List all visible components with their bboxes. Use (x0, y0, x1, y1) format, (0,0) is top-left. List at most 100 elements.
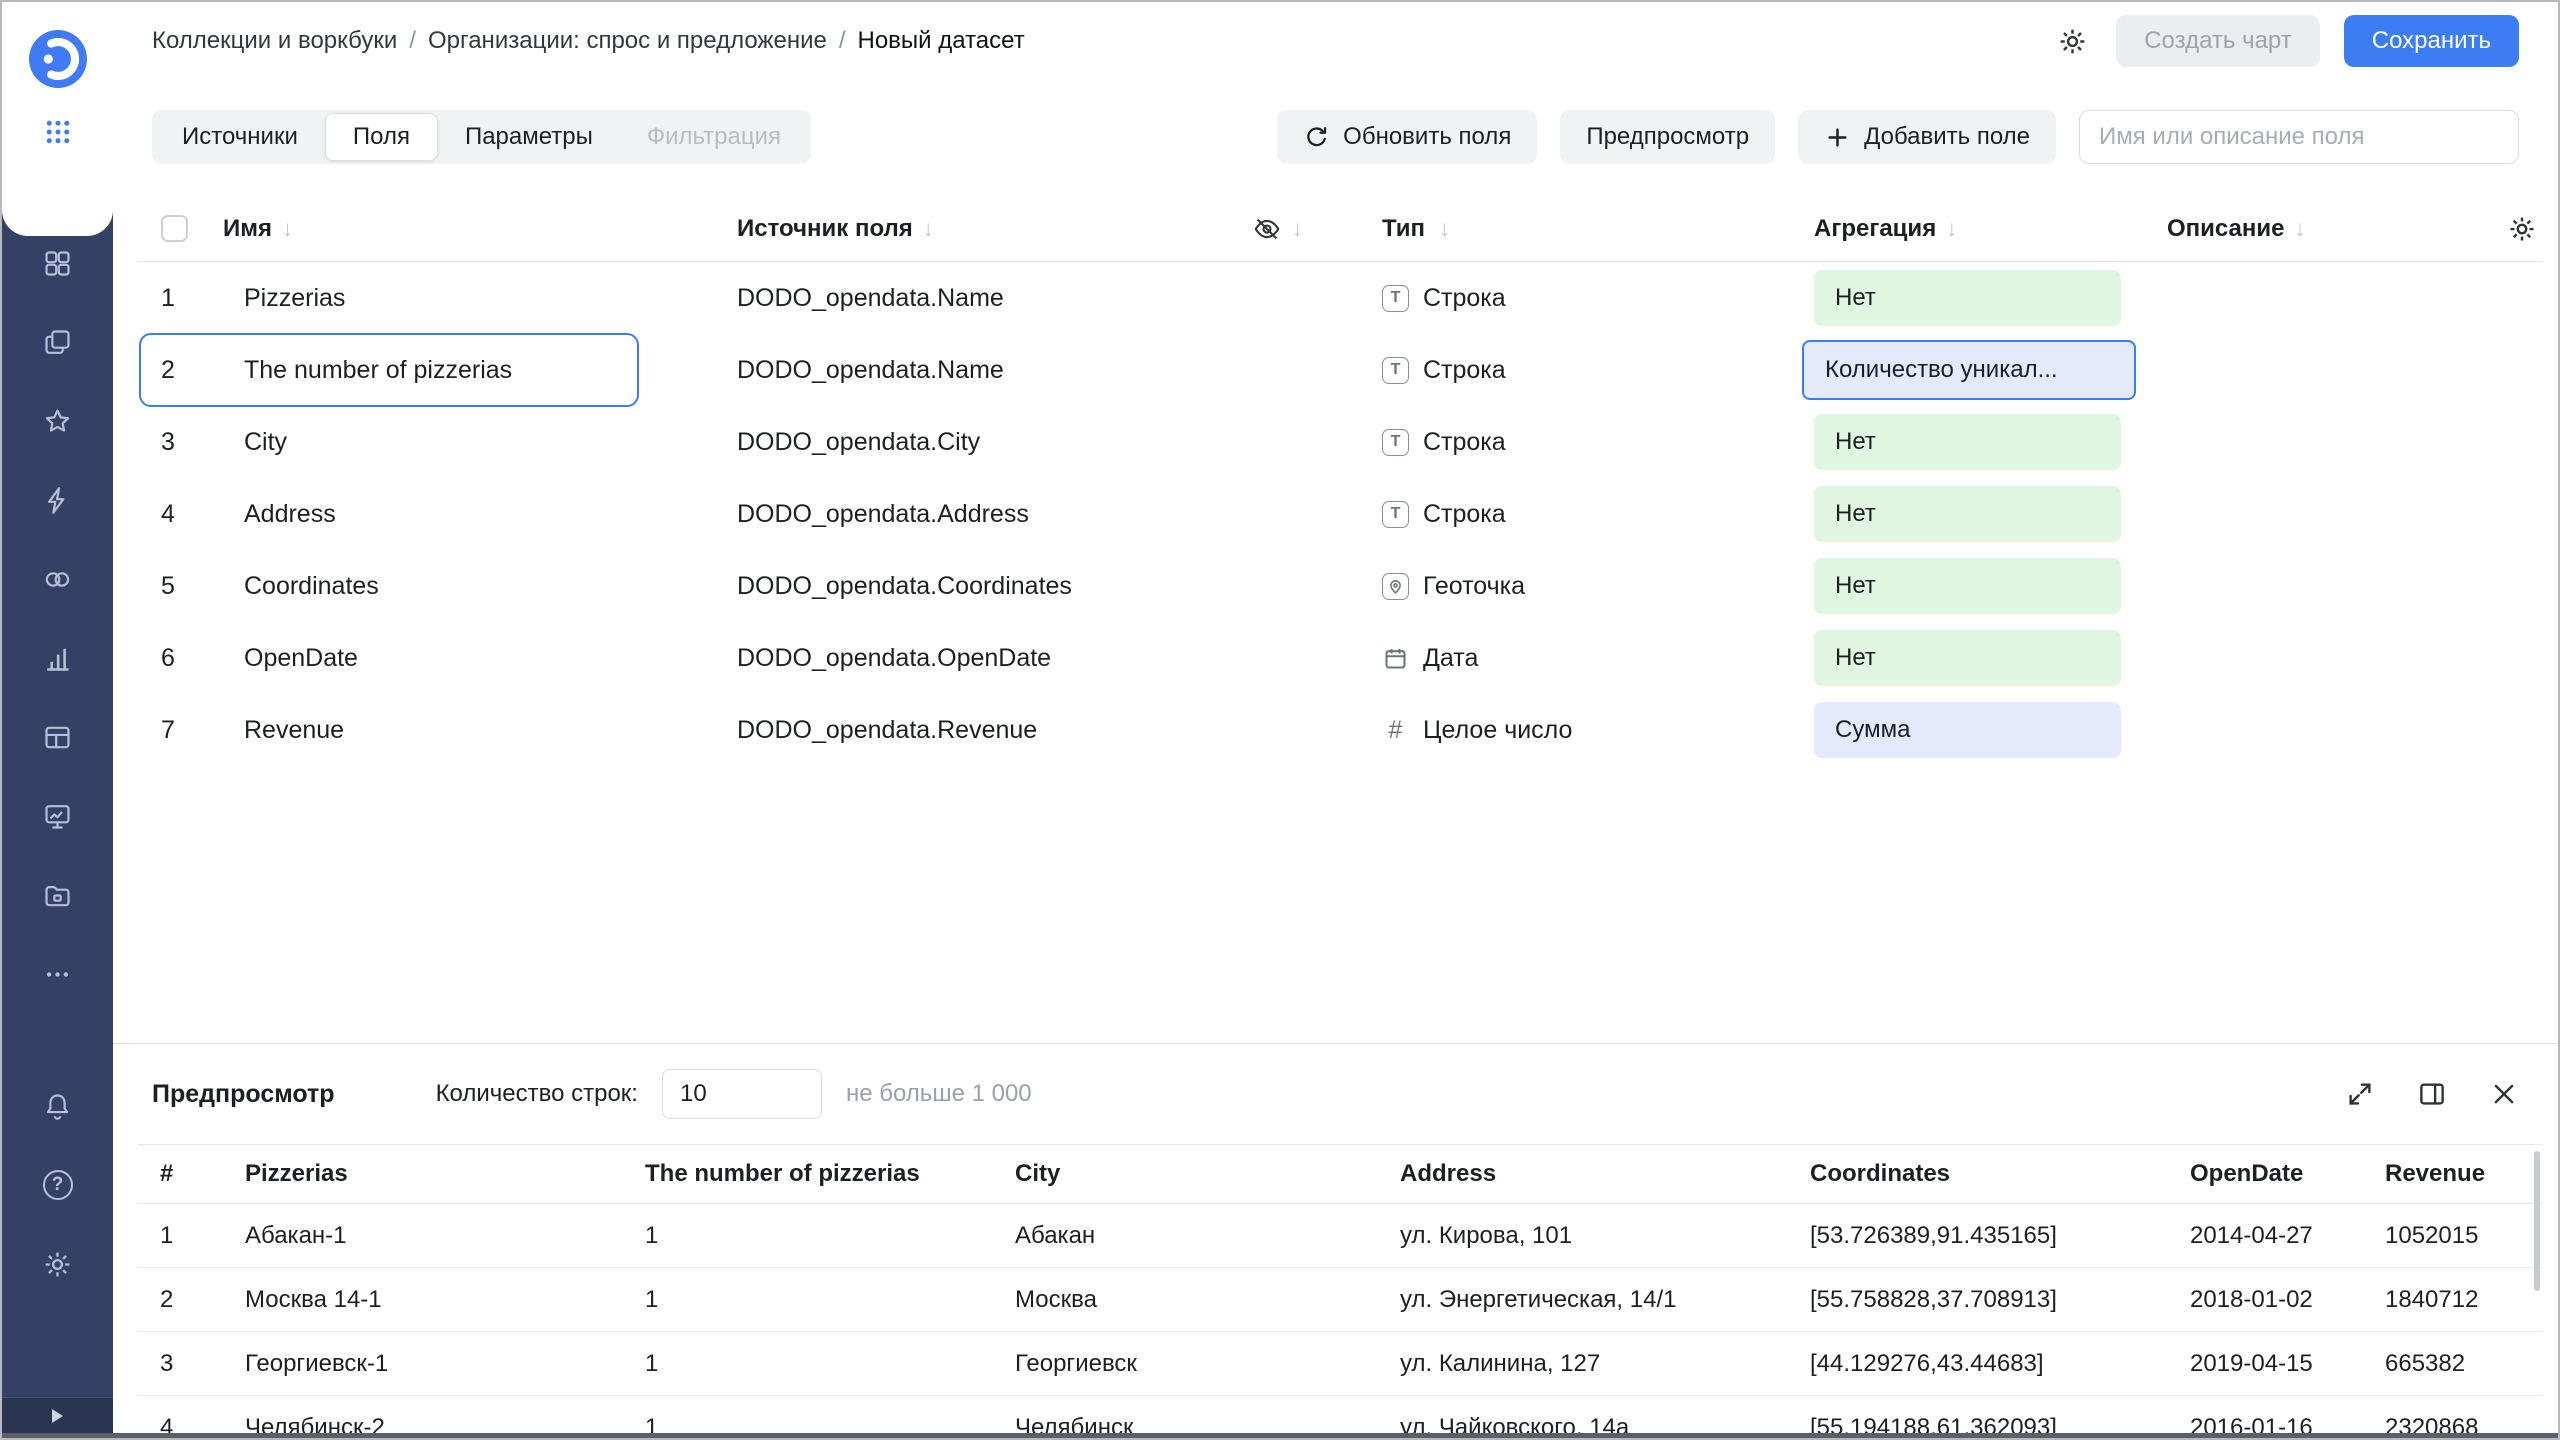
field-type[interactable]: Геоточка (1362, 572, 1802, 601)
field-type[interactable]: T Строка (1362, 356, 1802, 385)
breadcrumb-collections[interactable]: Коллекции и воркбуки (152, 27, 397, 55)
field-type[interactable]: # Целое число (1362, 716, 1802, 745)
column-header-type[interactable]: Тип ↓ (1362, 215, 1802, 243)
col-pizzerias: Pizzerias (245, 1160, 348, 1187)
dataset-tabs: Источники Поля Параметры Фильтрация (152, 110, 812, 164)
tab-parameters[interactable]: Параметры (438, 113, 620, 161)
column-header-source[interactable]: Источник поля ↓ (727, 215, 1242, 243)
select-all-checkbox[interactable] (161, 215, 188, 242)
field-source: DODO_opendata.Address (737, 499, 1029, 528)
field-name[interactable]: City (217, 428, 727, 457)
sort-icon[interactable]: ↓ (923, 216, 934, 242)
tab-fields[interactable]: Поля (324, 113, 438, 161)
field-search-input[interactable] (2079, 110, 2519, 164)
datasets-rings-icon[interactable] (34, 555, 82, 603)
table-settings-gear-icon[interactable] (2507, 214, 2537, 244)
fullscreen-button[interactable] (2345, 1079, 2375, 1109)
field-source: DODO_opendata.Name (737, 283, 1004, 312)
row-number: 6 (161, 643, 175, 672)
field-row: 5 Coordinates DODO_opendata.Coordinates … (137, 550, 2543, 622)
storage-folder-icon[interactable] (34, 871, 82, 919)
aggregation-select[interactable]: Нет (1814, 630, 2121, 686)
column-header-description[interactable]: Описание ↓ (2142, 215, 2472, 243)
field-type[interactable]: T Строка (1362, 500, 1802, 529)
sort-icon[interactable]: ↓ (1946, 216, 1957, 242)
save-button[interactable]: Сохранить (2343, 15, 2519, 67)
field-name[interactable]: Pizzerias (217, 284, 727, 313)
column-header-hidden[interactable]: ↓ (1242, 214, 1362, 244)
charts-icon[interactable] (34, 634, 82, 682)
settings-gear-icon[interactable] (34, 1240, 82, 1288)
sidebar-expand-button[interactable] (2, 1397, 113, 1433)
field-name[interactable]: Revenue (217, 716, 727, 745)
preview-title: Предпросмотр (152, 1079, 335, 1108)
date-type-icon (1385, 648, 1406, 669)
more-ellipsis-icon[interactable] (34, 950, 82, 998)
sort-icon[interactable]: ↓ (2295, 216, 2306, 242)
row-number: 2 (161, 355, 175, 384)
notifications-bell-icon[interactable] (34, 1082, 82, 1130)
col-coordinates: Coordinates (1810, 1160, 1951, 1187)
aggregation-select[interactable]: Нет (1814, 486, 2121, 542)
logo-block (2, 2, 113, 236)
string-type-icon: T (1382, 500, 1409, 528)
row-count-hint: не больше 1 000 (845, 1080, 1032, 1107)
fields-table: Имя ↓ Источник поля ↓ ↓ Тип ↓ Агрегация ↓ Оп… (137, 196, 2543, 766)
tab-sources[interactable]: Источники (155, 113, 325, 161)
expand-icon (2349, 1083, 2371, 1105)
breadcrumb: Коллекции и воркбуки / Организации: спро… (152, 27, 1025, 55)
sort-icon[interactable]: ↓ (282, 216, 293, 242)
preview-scrollbar[interactable] (2534, 1151, 2540, 1291)
tab-filtering[interactable]: Фильтрация (620, 113, 808, 161)
preview-button[interactable]: Предпросмотр (1560, 110, 1776, 164)
col-city: City (1015, 1160, 1061, 1187)
datalens-logo[interactable] (28, 30, 87, 88)
sort-icon[interactable]: ↓ (1439, 216, 1450, 242)
field-name[interactable]: Address (217, 500, 727, 529)
eye-off-icon (1254, 218, 1280, 239)
col-address: Address (1400, 1160, 1497, 1187)
tables-icon[interactable] (34, 713, 82, 761)
field-name[interactable]: Coordinates (217, 572, 727, 601)
sidebar-nav (2, 236, 113, 998)
col-number-of-pizzerias: The number of pizzerias (645, 1160, 920, 1187)
field-name-input[interactable]: The number of pizzerias (217, 356, 727, 385)
fields-table-header: Имя ↓ Источник поля ↓ ↓ Тип ↓ Агрегация ↓ Оп… (137, 196, 2543, 262)
aggregation-select[interactable]: Нет (1814, 414, 2121, 470)
field-type[interactable]: T Строка (1362, 284, 1802, 313)
datalens-dataset-editor: ? Коллекции и воркбуки / Организации: сп… (0, 0, 2560, 1440)
refresh-fields-button[interactable]: Обновить поля (1277, 110, 1538, 164)
favorites-star-icon[interactable] (34, 397, 82, 445)
field-source: DODO_opendata.Revenue (737, 715, 1038, 744)
string-type-icon: T (1382, 284, 1409, 312)
add-field-button[interactable]: Добавить поле (1798, 110, 2056, 164)
aggregation-select-selected[interactable]: Количество уникал... (1802, 340, 2136, 400)
field-name[interactable]: OpenDate (217, 644, 727, 673)
breadcrumb-workbook[interactable]: Организации: спрос и предложение (428, 27, 827, 55)
field-source: DODO_opendata.Coordinates (737, 571, 1072, 600)
field-type[interactable]: T Строка (1362, 428, 1802, 457)
help-icon[interactable]: ? (34, 1161, 82, 1209)
preview-row: 1 Абакан-1 1 Абакан ул. Кирова, 101 [53.… (137, 1204, 2543, 1268)
field-row: 4 Address DODO_opendata.Address T Строка … (137, 478, 2543, 550)
row-count-input[interactable] (661, 1069, 822, 1119)
dataset-settings-gear-icon[interactable] (2052, 21, 2092, 61)
apps-grid-icon[interactable] (38, 112, 78, 152)
column-header-name[interactable]: Имя ↓ (217, 215, 727, 243)
dashboards-monitor-icon[interactable] (34, 792, 82, 840)
field-type[interactable]: Дата (1362, 644, 1802, 673)
workbooks-icon[interactable] (34, 318, 82, 366)
aggregation-select[interactable]: Сумма (1814, 702, 2121, 758)
sort-icon[interactable]: ↓ (1292, 216, 1303, 242)
close-preview-button[interactable] (2489, 1079, 2519, 1109)
connections-lightning-icon[interactable] (34, 476, 82, 524)
preview-panel: Предпросмотр Количество строк: не больше… (113, 1043, 2558, 1438)
preview-table: # Pizzerias The number of pizzerias City… (137, 1144, 2543, 1438)
collections-icon[interactable] (34, 239, 82, 287)
aggregation-select[interactable]: Нет (1814, 270, 2121, 326)
create-chart-button[interactable]: Создать чарт (2116, 15, 2320, 67)
aggregation-select[interactable]: Нет (1814, 558, 2121, 614)
column-header-aggregation[interactable]: Агрегация ↓ (1802, 215, 2142, 243)
string-type-icon: T (1382, 428, 1409, 456)
split-view-button[interactable] (2417, 1079, 2447, 1109)
